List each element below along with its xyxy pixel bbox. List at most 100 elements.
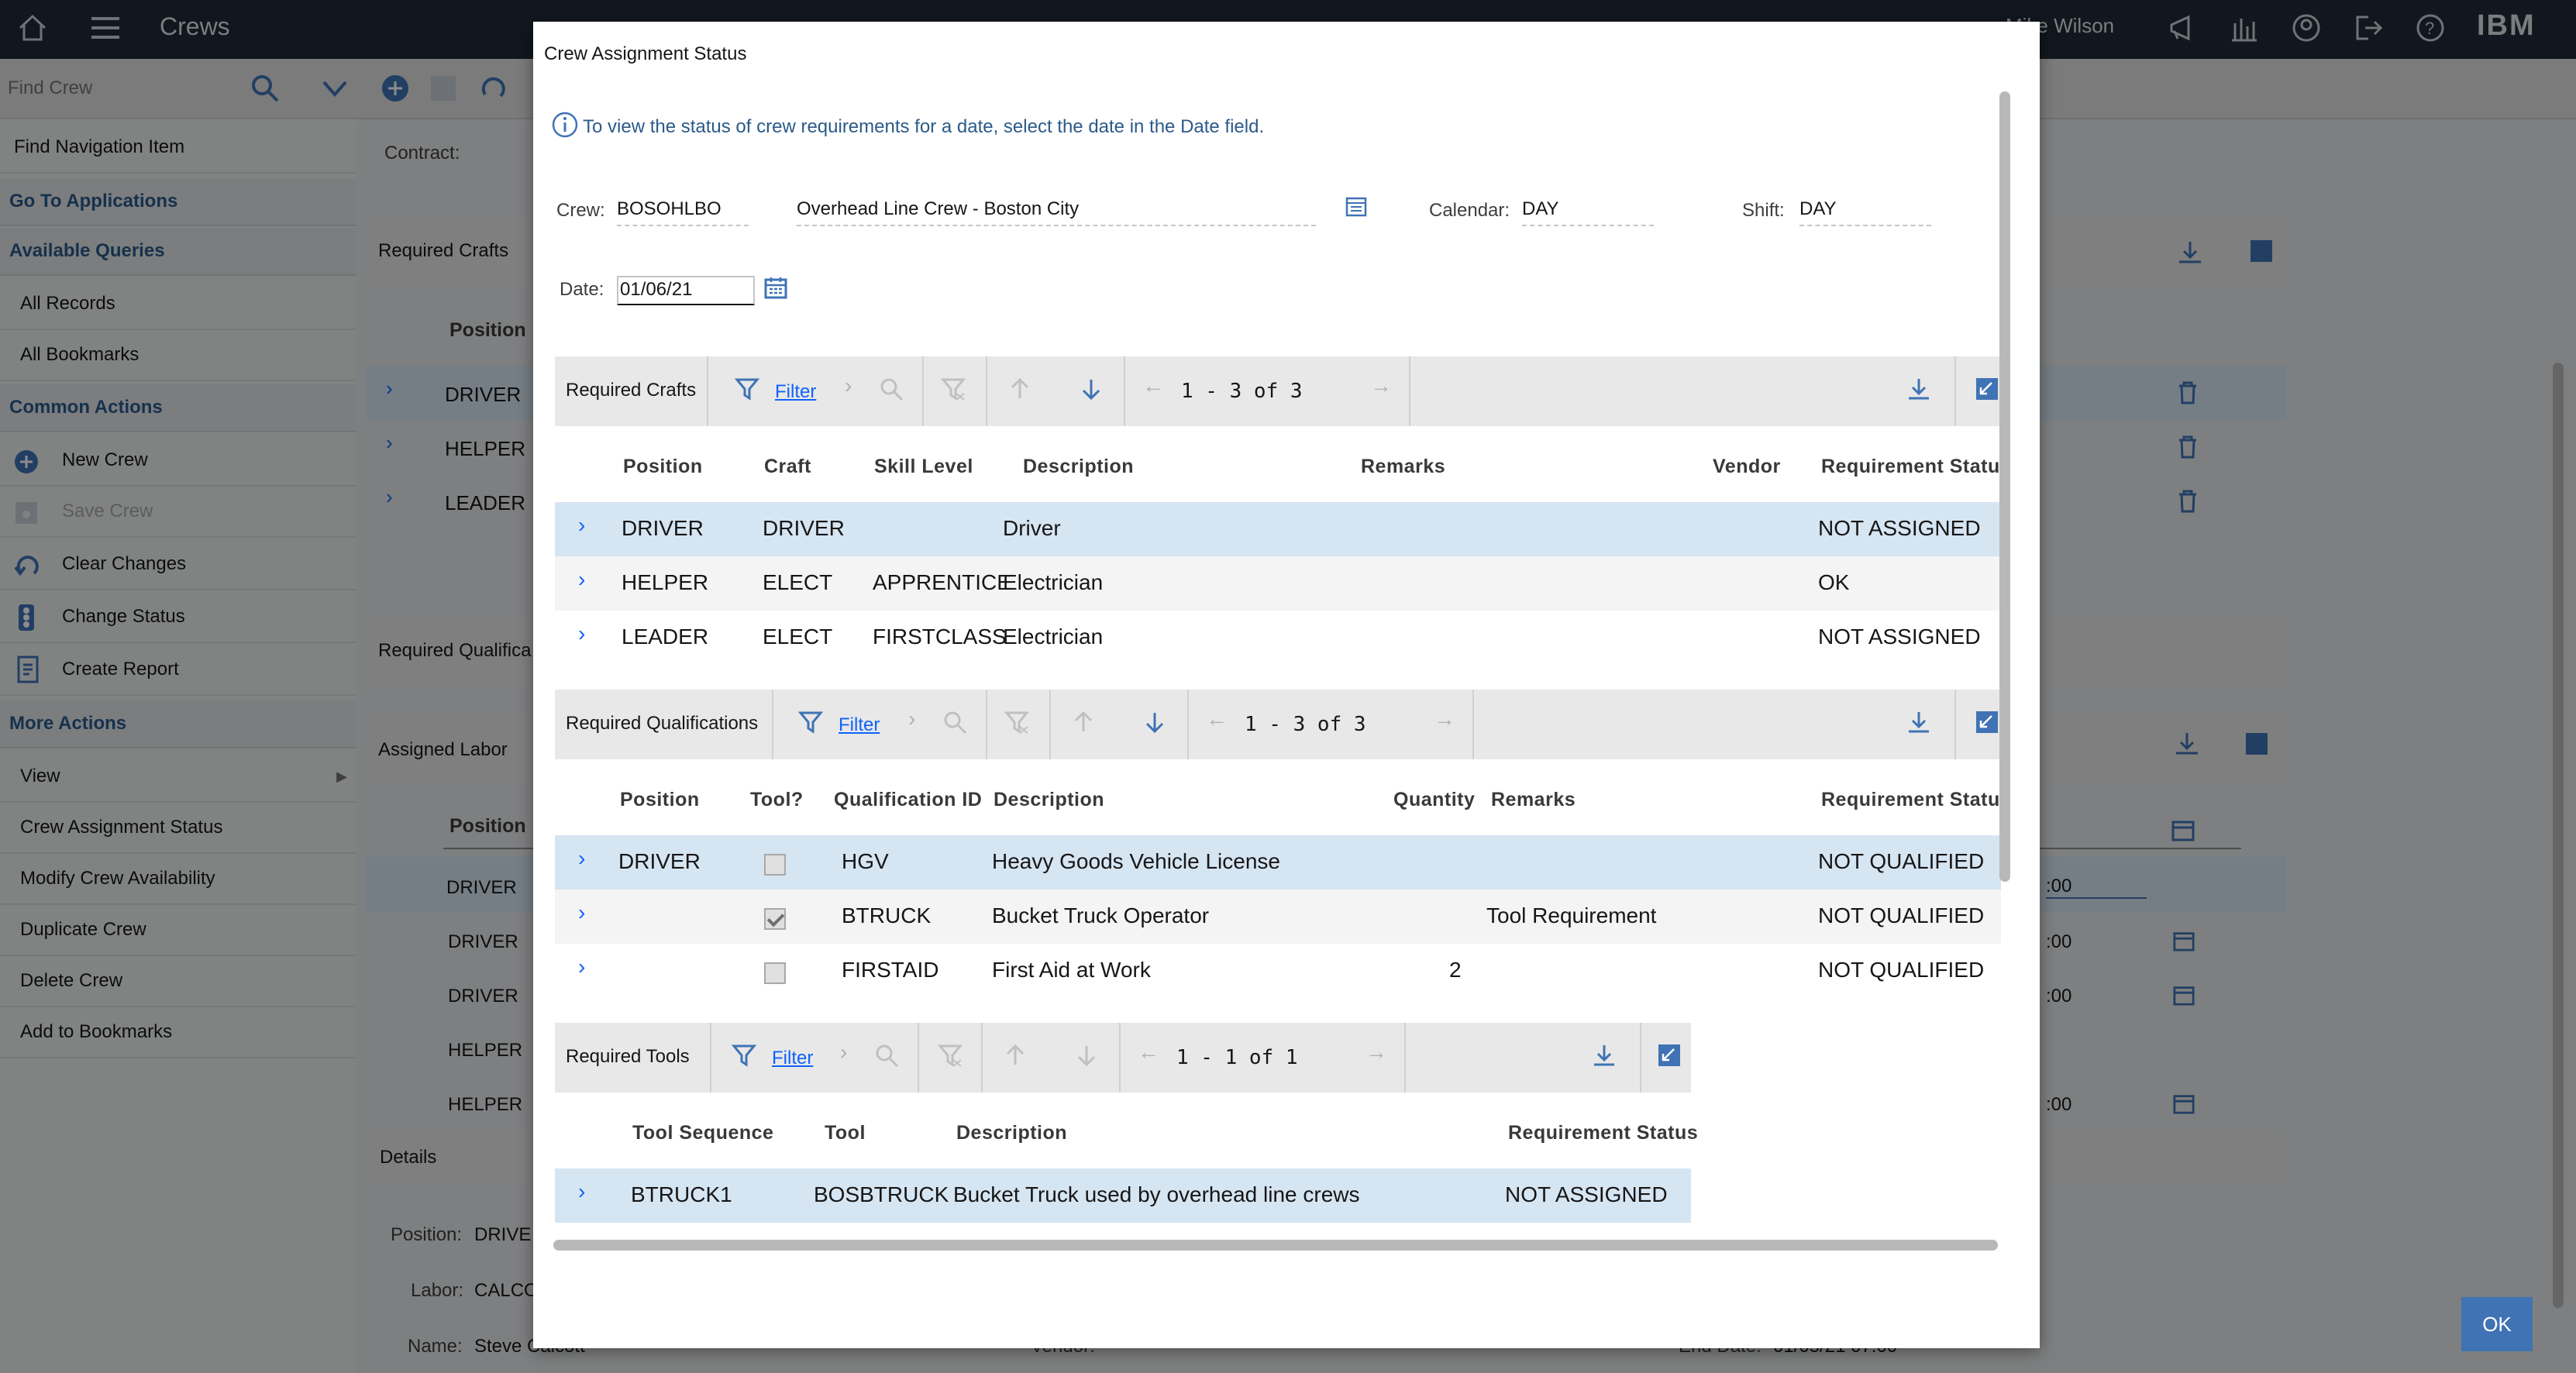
collapse-table-icon[interactable]: [1658, 1044, 1680, 1066]
dialog-horizontal-scrollbar[interactable]: [553, 1240, 1998, 1251]
table-row[interactable]: › BTRUCK1 BOSBTRUCK Bucket Truck used by…: [555, 1168, 1691, 1223]
expand-chevron-icon[interactable]: ›: [578, 846, 585, 871]
info-icon: [552, 112, 578, 138]
table-row[interactable]: › BTRUCK Bucket Truck Operator Tool Requ…: [555, 890, 2001, 944]
download-icon[interactable]: [1906, 710, 1931, 735]
filter-icon[interactable]: [732, 1043, 756, 1068]
crew-assignment-status-dialog: Crew Assignment Status To view the statu…: [533, 22, 2533, 1351]
arrow-right-icon[interactable]: →: [1365, 1040, 1387, 1065]
table-row[interactable]: › HELPER ELECT APPRENTICE Electrician OK: [555, 556, 2001, 611]
chevron-right-icon[interactable]: ›: [840, 1040, 847, 1065]
col-position[interactable]: Position: [620, 789, 700, 811]
col-craft[interactable]: Craft: [764, 456, 811, 478]
arrow-down-icon[interactable]: [1079, 377, 1104, 401]
cell-position: HELPER: [622, 570, 709, 594]
crew-description-field[interactable]: Overhead Line Crew - Boston City: [797, 198, 1316, 226]
chevron-right-icon[interactable]: ›: [845, 373, 852, 398]
cell-qualification-id: BTRUCK: [842, 903, 932, 927]
col-remarks[interactable]: Remarks: [1491, 789, 1576, 811]
tools-pager: 1 - 1 of 1: [1176, 1046, 1298, 1069]
cell-description: Electrician: [1003, 625, 1104, 649]
tool-checkbox-checked: [764, 908, 786, 930]
expand-chevron-icon[interactable]: ›: [578, 1179, 585, 1204]
cell-qualification-id: HGV: [842, 849, 889, 873]
filter-link[interactable]: Filter: [839, 714, 880, 736]
crafts-pager: 1 - 3 of 3: [1181, 380, 1303, 403]
search-icon[interactable]: [879, 377, 904, 401]
cell-status: NOT QUALIFIED: [1818, 903, 1985, 927]
collapse-table-icon[interactable]: [1976, 711, 1998, 733]
cell-position: DRIVER: [622, 516, 704, 540]
clear-filter-icon[interactable]: [941, 377, 966, 401]
clear-filter-icon[interactable]: [1004, 710, 1029, 735]
cell-remarks: Tool Requirement: [1486, 903, 1657, 927]
col-position[interactable]: Position: [623, 456, 703, 478]
col-tool[interactable]: Tool: [825, 1122, 866, 1144]
arrow-down-icon[interactable]: [1074, 1043, 1099, 1068]
table-row[interactable]: › FIRSTAID First Aid at Work 2 NOT QUALI…: [555, 944, 2001, 998]
expand-chevron-icon[interactable]: ›: [578, 513, 585, 538]
col-tool-sequence[interactable]: Tool Sequence: [632, 1122, 773, 1144]
filter-link[interactable]: Filter: [772, 1048, 813, 1069]
col-requirement-status[interactable]: Requirement Status: [1508, 1122, 1698, 1144]
filter-icon[interactable]: [798, 710, 823, 735]
col-remarks[interactable]: Remarks: [1361, 456, 1445, 478]
expand-chevron-icon[interactable]: ›: [578, 621, 585, 646]
calendar-icon[interactable]: [764, 276, 787, 299]
arrow-down-icon[interactable]: [1142, 710, 1167, 735]
cell-tool-sequence: BTRUCK1: [631, 1182, 732, 1206]
col-description[interactable]: Description: [956, 1122, 1067, 1144]
shift-field[interactable]: DAY: [1799, 198, 1931, 226]
arrow-left-icon[interactable]: ←: [1206, 707, 1228, 731]
col-description[interactable]: Description: [994, 789, 1104, 811]
calendar-field[interactable]: DAY: [1522, 198, 1654, 226]
expand-chevron-icon[interactable]: ›: [578, 567, 585, 592]
download-icon[interactable]: [1592, 1043, 1617, 1068]
cell-description: Bucket Truck Operator: [992, 903, 1210, 927]
col-description[interactable]: Description: [1023, 456, 1134, 478]
col-vendor[interactable]: Vendor: [1713, 456, 1781, 478]
col-quantity[interactable]: Quantity: [1393, 789, 1475, 811]
cell-position: DRIVER: [618, 849, 701, 873]
col-requirement-status[interactable]: Requirement Statu: [1821, 456, 2000, 478]
download-icon[interactable]: [1906, 377, 1931, 401]
cell-description: First Aid at Work: [992, 958, 1151, 982]
arrow-right-icon[interactable]: →: [1370, 373, 1392, 398]
cell-quantity: 2: [1449, 958, 1462, 982]
expand-chevron-icon[interactable]: ›: [578, 955, 585, 979]
tools-header-row: Tool Sequence Tool Description Requireme…: [555, 1093, 1698, 1168]
arrow-right-icon[interactable]: →: [1434, 707, 1455, 731]
arrow-up-icon[interactable]: [1003, 1043, 1028, 1068]
search-icon[interactable]: [942, 710, 967, 735]
arrow-up-icon[interactable]: [1071, 710, 1096, 735]
info-message: To view the status of crew requirements …: [583, 116, 1265, 137]
cell-skill-level: FIRSTCLASS: [873, 625, 1007, 649]
table-row[interactable]: › DRIVER DRIVER Driver NOT ASSIGNED: [555, 502, 2001, 556]
col-requirement-status[interactable]: Requirement Statu: [1821, 789, 2000, 811]
quals-pager: 1 - 3 of 3: [1245, 713, 1366, 736]
col-tool[interactable]: Tool?: [750, 789, 804, 811]
filter-icon[interactable]: [735, 377, 759, 401]
table-row[interactable]: › DRIVER HGV Heavy Goods Vehicle License…: [555, 835, 2001, 890]
ok-button[interactable]: OK: [2461, 1297, 2533, 1351]
date-label: Date:: [560, 279, 604, 300]
filter-link[interactable]: Filter: [775, 381, 816, 403]
col-qualification-id[interactable]: Qualification ID: [834, 789, 982, 811]
arrow-up-icon[interactable]: [1007, 377, 1032, 401]
long-description-icon[interactable]: [1345, 197, 1367, 217]
date-input[interactable]: 01/06/21: [617, 276, 755, 305]
cell-description: Bucket Truck used by overhead line crews: [953, 1182, 1360, 1206]
cell-craft: DRIVER: [763, 516, 845, 540]
expand-chevron-icon[interactable]: ›: [578, 900, 585, 925]
search-icon[interactable]: [874, 1043, 899, 1068]
table-row[interactable]: › LEADER ELECT FIRSTCLASS Electrician NO…: [555, 611, 2001, 665]
clear-filter-icon[interactable]: [938, 1043, 963, 1068]
dialog-vertical-scrollbar[interactable]: [1999, 91, 2010, 882]
collapse-table-icon[interactable]: [1976, 378, 1998, 400]
chevron-right-icon[interactable]: ›: [908, 707, 915, 731]
col-skill-level[interactable]: Skill Level: [874, 456, 973, 478]
arrow-left-icon[interactable]: ←: [1138, 1040, 1159, 1065]
cell-craft: ELECT: [763, 570, 833, 594]
crew-field[interactable]: BOSOHLBO: [617, 198, 749, 226]
arrow-left-icon[interactable]: ←: [1142, 373, 1164, 398]
